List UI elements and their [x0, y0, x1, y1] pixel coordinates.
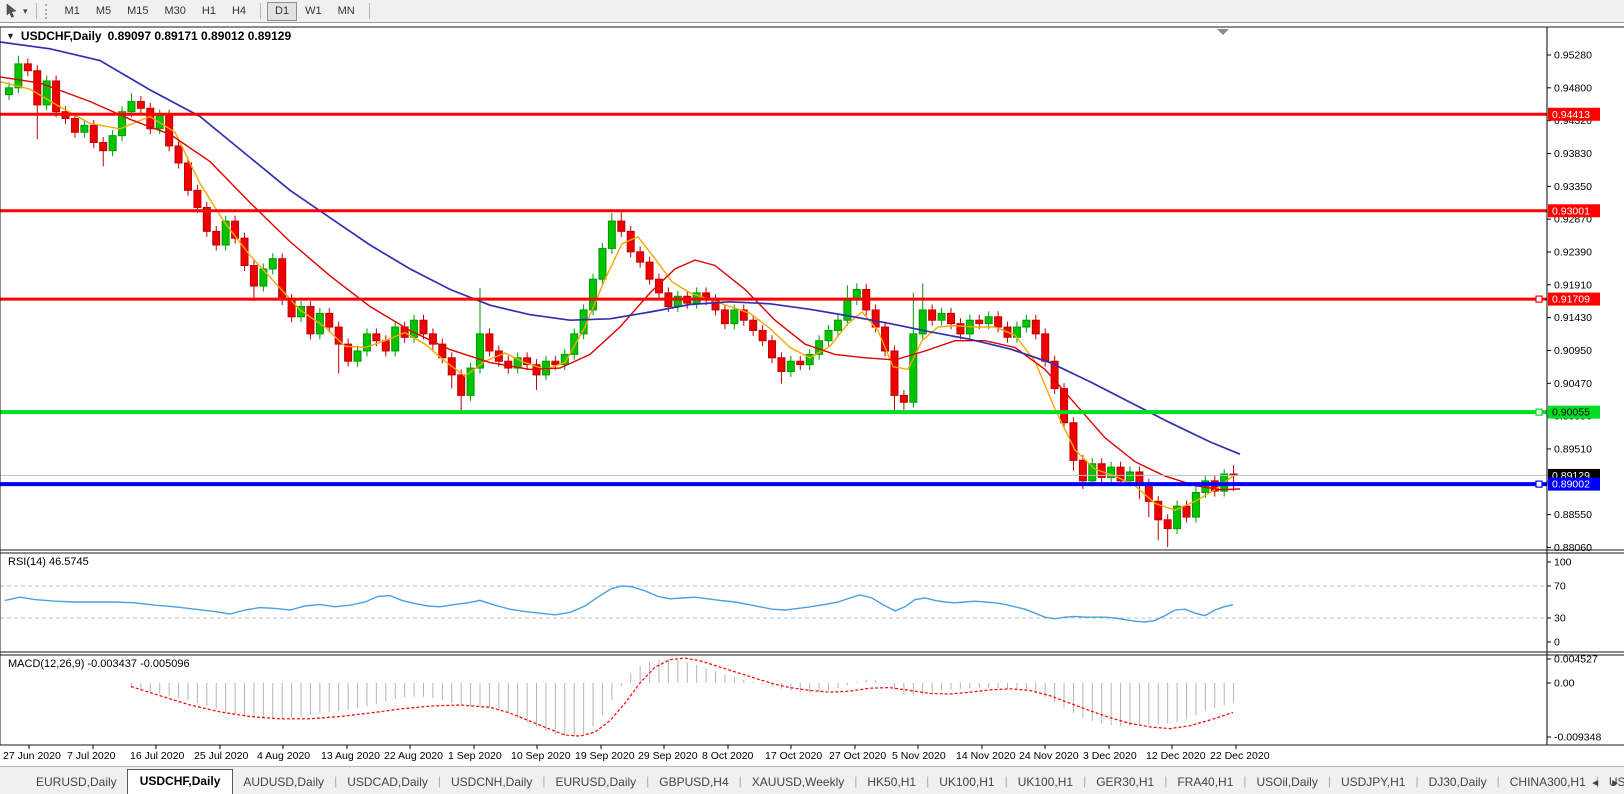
date-tick-label: 22 Aug 2020 — [384, 750, 443, 762]
macd-tick-label: 0.004527 — [1554, 654, 1598, 666]
date-tick-label: 10 Sep 2020 — [511, 750, 571, 762]
chart-symbol-label: USDCHF,Daily — [21, 29, 102, 43]
price-badge-label: 0.90055 — [1552, 407, 1590, 419]
symbol-tab-usdjpy-h1[interactable]: USDJPY,H1 — [1331, 771, 1415, 794]
date-tick-label: 7 Jul 2020 — [67, 750, 116, 762]
symbol-tab-usoil-daily[interactable]: USOil,Daily — [1247, 771, 1328, 794]
date-tick-label: 16 Jul 2020 — [130, 750, 184, 762]
cursor-tool-icon[interactable] — [4, 3, 20, 19]
price-tick-label: 0.89510 — [1554, 443, 1592, 455]
date-tick-label: 1 Sep 2020 — [448, 750, 502, 762]
chart-canvas[interactable]: 0.952800.948000.943200.938300.933500.928… — [0, 24, 1624, 766]
toolbar-separator — [369, 3, 370, 19]
tabs-scroll-left-icon[interactable]: ◄ — [1590, 778, 1600, 789]
date-tick-label: 14 Nov 2020 — [956, 750, 1016, 762]
price-tick-label: 0.91910 — [1554, 279, 1592, 291]
chart-ohlc-values: 0.89097 0.89171 0.89012 0.89129 — [108, 29, 292, 43]
date-tick-label: 27 Jun 2020 — [3, 750, 61, 762]
timeframe-button-d1[interactable]: D1 — [267, 2, 297, 21]
date-tick-label: 8 Oct 2020 — [702, 750, 754, 762]
symbol-tab-usdcnh-daily[interactable]: USDCNH,Daily — [441, 771, 542, 794]
price-tick-label: 0.88060 — [1554, 542, 1592, 554]
date-tick-label: 19 Sep 2020 — [575, 750, 635, 762]
symbol-tab-uk100-h1[interactable]: UK100,H1 — [1008, 771, 1083, 794]
toolbar-separator — [260, 3, 261, 19]
price-tick-label: 0.90470 — [1554, 378, 1592, 390]
symbol-tab-usdchf-daily[interactable]: USDCHF,Daily — [127, 769, 234, 794]
price-tick-label: 0.91430 — [1554, 312, 1592, 324]
price-tick-label: 0.93350 — [1554, 181, 1592, 193]
symbol-tab-audusd-daily[interactable]: AUDUSD,Daily — [233, 771, 334, 794]
price-tick-label: 0.94800 — [1554, 82, 1592, 94]
date-tick-label: 5 Nov 2020 — [892, 750, 946, 762]
hline-handle — [1536, 296, 1542, 302]
date-tick-label: 29 Sep 2020 — [638, 750, 698, 762]
toolbar-separator — [36, 3, 37, 19]
timeframe-button-h1[interactable]: H1 — [194, 2, 224, 21]
chart-svg[interactable]: 0.952800.948000.943200.938300.933500.928… — [0, 24, 1624, 766]
symbol-tab-hk50-h1[interactable]: HK50,H1 — [857, 771, 926, 794]
cursor-tool-dropdown-icon[interactable]: ▾ — [23, 6, 28, 17]
rsi-indicator-label: RSI(14) 46.5745 — [8, 556, 89, 568]
date-tick-label: 12 Dec 2020 — [1146, 750, 1206, 762]
timeframe-button-m5[interactable]: M5 — [88, 2, 119, 21]
timeframe-button-h4[interactable]: H4 — [224, 2, 254, 21]
symbol-tab-dj30-daily[interactable]: DJ30,Daily — [1419, 771, 1497, 794]
macd-tick-label: 0.00 — [1554, 678, 1575, 690]
symbol-tab-eurusd-daily[interactable]: EURUSD,Daily — [545, 771, 646, 794]
price-badge-label: 0.89002 — [1552, 479, 1590, 491]
price-tick-label: 0.95280 — [1554, 50, 1592, 62]
symbol-tab-usdcad-daily[interactable]: USDCAD,Daily — [337, 771, 438, 794]
date-tick-label: 25 Jul 2020 — [194, 750, 248, 762]
symbol-dropdown-icon[interactable]: ▼ — [6, 31, 15, 41]
date-tick-label: 3 Dec 2020 — [1083, 750, 1137, 762]
symbol-tab-bar: EURUSD,DailyUSDCHF,DailyAUDUSD,Daily|USD… — [0, 766, 1624, 794]
symbol-tab-fra40-h1[interactable]: FRA40,H1 — [1167, 771, 1243, 794]
timeframe-button-m1[interactable]: M1 — [57, 2, 88, 21]
date-tick-label: 4 Aug 2020 — [257, 750, 310, 762]
symbol-tab-gbpusd-h4[interactable]: GBPUSD,H4 — [649, 771, 738, 794]
macd-tick-label: -0.009348 — [1554, 732, 1601, 744]
mt4-window: { "toolbar": { "cursor_tool": "cursor-to… — [0, 0, 1624, 794]
timeframe-toolbar: ▾ M1M5M15M30H1H4 D1W1MN — [0, 0, 1624, 23]
symbol-tab-ger30-h1[interactable]: GER30,H1 — [1086, 771, 1164, 794]
rsi-tick-label: 0 — [1554, 637, 1560, 649]
price-tick-label: 0.93830 — [1554, 148, 1592, 160]
date-tick-label: 17 Oct 2020 — [765, 750, 822, 762]
hline-handle — [1536, 481, 1542, 487]
symbol-tab-eurusd-daily[interactable]: EURUSD,Daily — [26, 771, 127, 794]
date-tick-label: 13 Aug 2020 — [321, 750, 380, 762]
symbol-tab-xauusd-weekly[interactable]: XAUUSD,Weekly — [742, 771, 854, 794]
timeframe-button-mn[interactable]: MN — [330, 2, 363, 21]
price-badge-label: 0.93001 — [1552, 205, 1590, 217]
rsi-tick-label: 100 — [1554, 557, 1572, 569]
price-badge-label: 0.91709 — [1552, 294, 1590, 306]
timeframe-button-w1[interactable]: W1 — [297, 2, 330, 21]
timeframe-button-m30[interactable]: M30 — [157, 2, 194, 21]
macd-indicator-label: MACD(12,26,9) -0.003437 -0.005096 — [8, 658, 190, 670]
date-tick-label: 22 Dec 2020 — [1210, 750, 1270, 762]
date-tick-label: 24 Nov 2020 — [1019, 750, 1079, 762]
chart-title: ▼ USDCHF,Daily 0.89097 0.89171 0.89012 0… — [6, 29, 291, 43]
date-tick-label: 27 Oct 2020 — [829, 750, 886, 762]
hline-handle — [1536, 409, 1542, 415]
price-tick-label: 0.92390 — [1554, 246, 1592, 258]
symbol-tab-china300-h1[interactable]: CHINA300,H1 — [1500, 771, 1596, 794]
symbol-tab-uk100-h1[interactable]: UK100,H1 — [929, 771, 1004, 794]
rsi-tick-label: 30 — [1554, 613, 1566, 625]
toolbar-grip-handle[interactable] — [45, 4, 50, 19]
price-tick-label: 0.90950 — [1554, 345, 1592, 357]
timeframe-button-m15[interactable]: M15 — [119, 2, 156, 21]
tabs-scroll-right-icon[interactable]: ► — [1610, 778, 1620, 789]
price-tick-label: 0.88550 — [1554, 509, 1592, 521]
price-badge-label: 0.94413 — [1552, 109, 1590, 121]
rsi-tick-label: 70 — [1554, 581, 1566, 593]
